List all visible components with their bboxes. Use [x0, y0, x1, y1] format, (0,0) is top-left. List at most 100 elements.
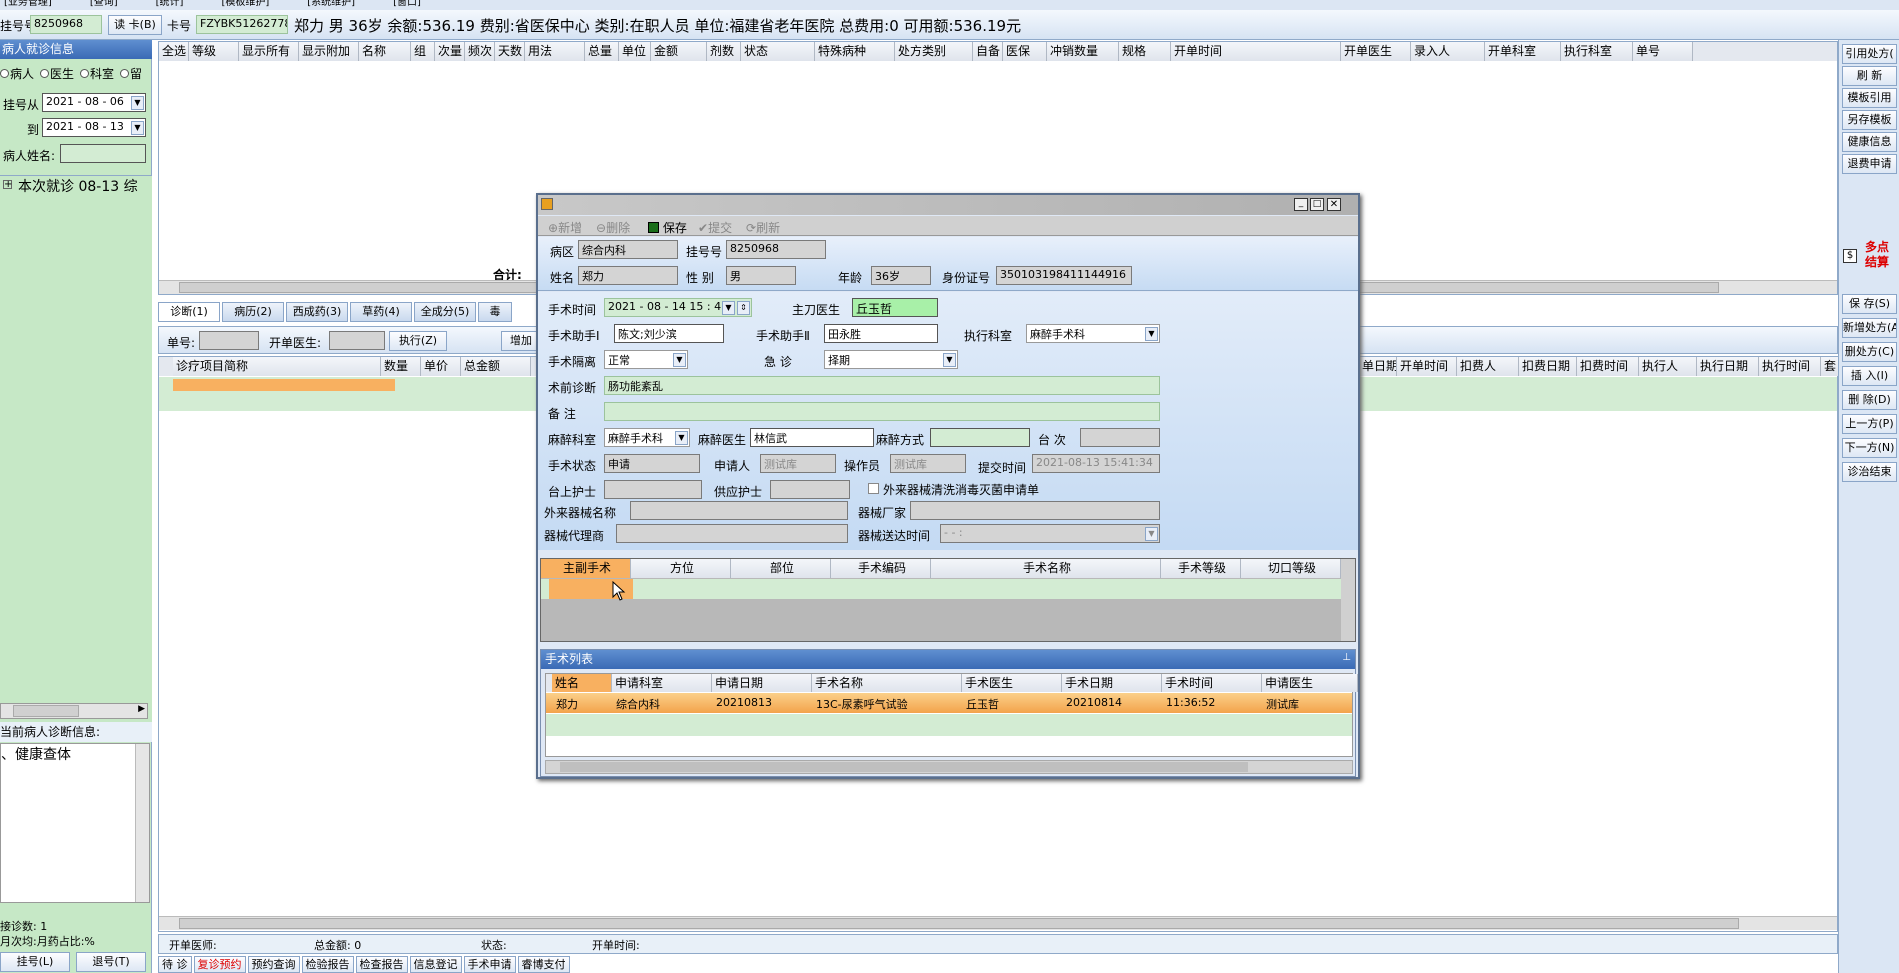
col-header[interactable]: 手术等级: [1161, 559, 1241, 578]
bottom-tab[interactable]: 手术申请: [463, 956, 516, 973]
preop-field[interactable]: 肠功能紊乱: [604, 376, 1160, 395]
card-no-field[interactable]: FZYBK51262778: [196, 15, 288, 34]
col-header[interactable]: 执行时间: [1759, 357, 1821, 376]
to-date-field[interactable]: 2021 - 08 - 13 ▼: [42, 118, 146, 137]
menu-item[interactable]: [业务管理]: [4, 0, 52, 8]
right-button[interactable]: 插 入(I): [1842, 366, 1897, 386]
chevron-down-icon[interactable]: ▼: [1145, 327, 1158, 341]
chevron-down-icon[interactable]: ▼: [131, 121, 144, 135]
filter-radio[interactable]: 医生: [40, 65, 74, 82]
chevron-down-icon[interactable]: ▼: [131, 96, 144, 110]
close-icon[interactable]: ✕: [1327, 198, 1341, 211]
col-header[interactable]: 扣费日期: [1519, 357, 1577, 376]
col-header[interactable]: 扣费人: [1457, 357, 1519, 376]
filter-radio[interactable]: 留: [120, 65, 142, 82]
menu-item[interactable]: [查询]: [90, 0, 118, 8]
col-header[interactable]: 申请日期: [712, 674, 812, 692]
col-header[interactable]: 频次: [465, 42, 495, 61]
col-header[interactable]: 次量: [435, 42, 465, 61]
col-header[interactable]: 开单科室: [1485, 42, 1561, 61]
tab-3[interactable]: 草药(4): [350, 302, 412, 322]
bottom-tab[interactable]: 复诊预约: [193, 956, 246, 973]
horizontal-scrollbar[interactable]: [545, 760, 1353, 774]
save-button[interactable]: 保存: [648, 219, 687, 236]
col-header[interactable]: 全选: [159, 42, 189, 61]
vertical-scrollbar[interactable]: [135, 744, 149, 902]
col-header[interactable]: 医保: [1003, 42, 1047, 61]
col-header[interactable]: 主副手术: [541, 559, 631, 578]
tab-1[interactable]: 病历(2): [222, 302, 284, 322]
col-header[interactable]: 切口等级: [1241, 559, 1341, 578]
menu-item[interactable]: [模板维护]: [221, 0, 269, 8]
reg-no-field[interactable]: 8250968: [30, 15, 102, 34]
urgent-select[interactable]: 择期 ▼: [824, 350, 958, 369]
tree-item-visit[interactable]: 本次就诊 08-13 综: [18, 176, 138, 196]
assistant2-field[interactable]: 田永胜: [824, 324, 938, 343]
col-header[interactable]: 录入人: [1411, 42, 1485, 61]
unregister-button[interactable]: 退号(T): [76, 952, 146, 972]
right-button[interactable]: 引用处方(: [1842, 44, 1897, 64]
vertical-scrollbar[interactable]: [1341, 559, 1355, 641]
delete-button[interactable]: ⊖删除: [596, 219, 630, 236]
assistant1-field[interactable]: 陈文;刘少滨: [614, 324, 724, 343]
menu-item[interactable]: [系统维护]: [307, 0, 355, 8]
table-row[interactable]: [546, 714, 1352, 736]
maximize-icon[interactable]: □: [1310, 198, 1324, 211]
col-header[interactable]: 总金额: [461, 357, 531, 376]
right-button[interactable]: 诊治结束: [1842, 462, 1897, 482]
col-header[interactable]: 申请科室: [612, 674, 712, 692]
col-header[interactable]: 冲销数量: [1047, 42, 1119, 61]
anes-doctor-field[interactable]: 林信武: [750, 428, 874, 447]
order-doctor-field[interactable]: [329, 331, 385, 350]
col-header[interactable]: 执行科室: [1561, 42, 1633, 61]
col-header[interactable]: 执行人: [1639, 357, 1697, 376]
right-button[interactable]: 上一方(P): [1842, 414, 1897, 434]
col-header[interactable]: 显示所有: [239, 42, 299, 61]
right-button[interactable]: 新增处方(A: [1842, 318, 1897, 338]
col-header[interactable]: 单日期: [1359, 357, 1397, 376]
tab-4[interactable]: 全成分(5): [414, 302, 476, 322]
col-header[interactable]: 开单时间: [1171, 42, 1341, 61]
col-header[interactable]: 部位: [731, 559, 831, 578]
chevron-down-icon[interactable]: ▼: [943, 353, 956, 367]
table-row[interactable]: 郑力 综合内科 20210813 13C-尿素呼气试验 丘玉哲 20210814 11:36…: [546, 693, 1352, 713]
horizontal-scrollbar[interactable]: ▶: [0, 703, 148, 719]
col-header[interactable]: 姓名: [552, 674, 612, 692]
from-date-field[interactable]: 2021 - 08 - 06 ▼: [42, 93, 146, 112]
bottom-tab[interactable]: 信息登记: [409, 956, 462, 973]
surgery-time-field[interactable]: 2021 - 08 - 14 15 : 41 ▼ ⇕: [604, 298, 752, 317]
col-header[interactable]: 金额: [651, 42, 707, 61]
manufacturer-field[interactable]: [910, 501, 1160, 520]
external-checkbox[interactable]: [868, 483, 879, 494]
right-button[interactable]: 保 存(S): [1842, 294, 1897, 314]
agent-field[interactable]: [616, 524, 848, 543]
diagnosis-box[interactable]: 、健康查体: [0, 743, 150, 903]
anes-method-field[interactable]: [930, 428, 1030, 447]
bottom-tab[interactable]: 检查报告: [355, 956, 408, 973]
col-header[interactable]: 总量: [585, 42, 619, 61]
col-header[interactable]: 方位: [631, 559, 731, 578]
chevron-down-icon[interactable]: ▼: [722, 301, 735, 315]
col-header[interactable]: 剂数: [707, 42, 741, 61]
multi-settle-button[interactable]: $ 多点 结算: [1841, 240, 1897, 274]
right-button[interactable]: 退费申请: [1842, 154, 1897, 174]
deliver-time-field[interactable]: - - : ▼: [940, 524, 1160, 543]
chevron-down-icon[interactable]: ▼: [1145, 527, 1158, 541]
col-header[interactable]: 开单时间: [1397, 357, 1457, 376]
ext-device-field[interactable]: [630, 501, 848, 520]
right-button[interactable]: 下一方(N): [1842, 438, 1897, 458]
surgeon-field[interactable]: 丘玉哲: [852, 298, 938, 317]
supply-nurse-field[interactable]: [770, 480, 850, 499]
col-header[interactable]: 申请医生: [1262, 674, 1358, 692]
menu-item[interactable]: [统计]: [156, 0, 184, 8]
col-header[interactable]: 手术医生: [962, 674, 1062, 692]
anes-dept-select[interactable]: 麻醉手术科 ▼: [604, 428, 690, 447]
col-header[interactable]: 自备: [973, 42, 1003, 61]
col-header[interactable]: 规格: [1119, 42, 1171, 61]
table-row[interactable]: [541, 579, 1341, 599]
expand-icon[interactable]: +: [3, 180, 12, 190]
col-header[interactable]: 显示附加: [299, 42, 359, 61]
register-button[interactable]: 挂号(L): [0, 952, 70, 972]
minimize-icon[interactable]: _: [1294, 198, 1308, 211]
tab-5[interactable]: 毒: [478, 302, 512, 322]
